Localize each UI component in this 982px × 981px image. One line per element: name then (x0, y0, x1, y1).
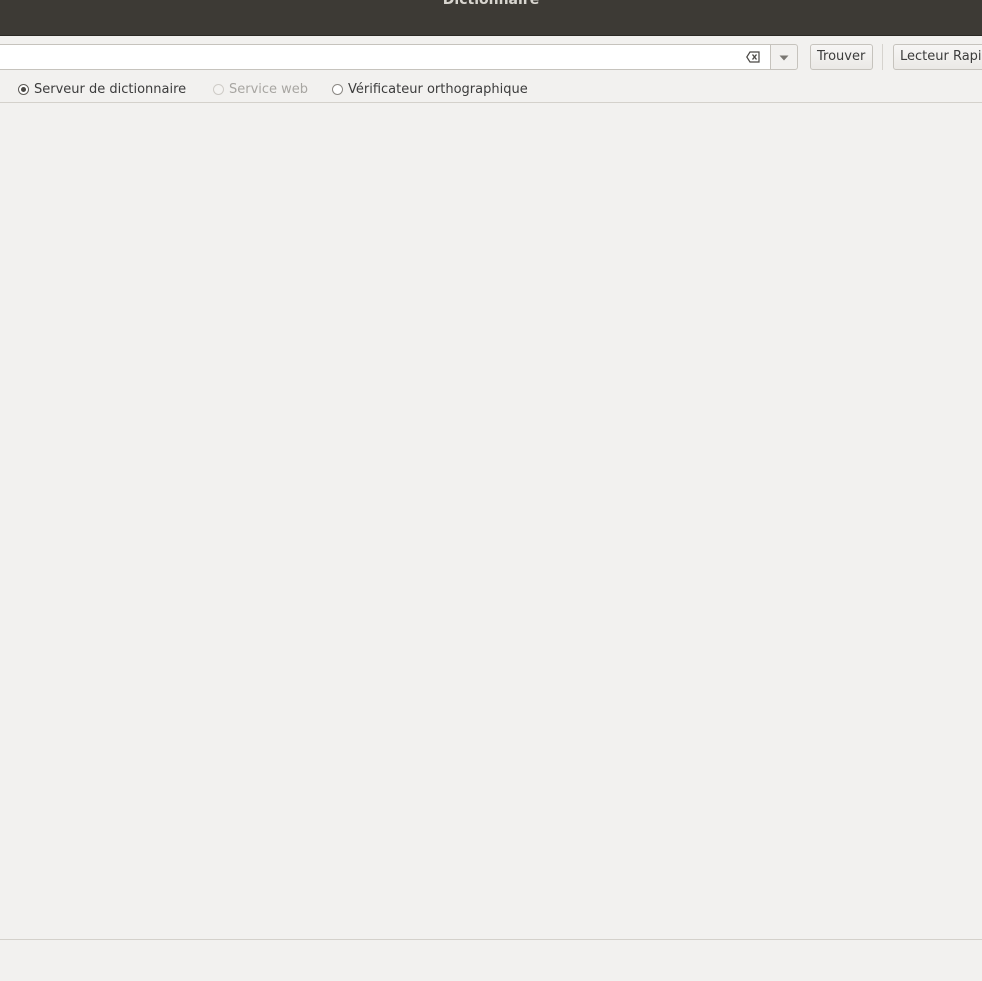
radio-checked-icon[interactable] (18, 83, 29, 95)
chevron-down-icon (779, 55, 789, 61)
search-combo-entry[interactable] (0, 44, 770, 70)
radio-unchecked-icon[interactable] (332, 83, 343, 95)
definition-area[interactable] (0, 103, 982, 939)
status-bar (0, 939, 982, 981)
search-history-dropdown[interactable] (770, 44, 798, 70)
toolbar-separator (882, 44, 883, 70)
radio-dictionary-server[interactable]: Serveur de dictionnaire (18, 80, 186, 98)
radio-label: Serveur de dictionnaire (34, 81, 187, 97)
title-bar: Dictionnaire (0, 0, 982, 36)
find-button[interactable]: Trouver (810, 44, 873, 70)
search-input[interactable] (5, 47, 739, 69)
radio-label: Vérificateur orthographique (348, 81, 528, 97)
radio-spell-checker[interactable]: Vérificateur orthographique (332, 80, 528, 98)
speed-reader-button[interactable]: Lecteur Rapide (893, 44, 982, 70)
radio-web-service: Service web (213, 80, 308, 98)
radio-unchecked-icon (213, 83, 224, 95)
toolbar: Trouver Lecteur Rapide (0, 36, 982, 76)
radio-label: Service web (229, 81, 309, 97)
window-title: Dictionnaire (442, 0, 540, 8)
dictionary-window: Dictionnaire Trouver Lecteur Rapide Serv… (0, 0, 982, 981)
clear-text-icon[interactable] (746, 51, 760, 63)
source-selector: Serveur de dictionnaire Service web Véri… (0, 76, 982, 103)
